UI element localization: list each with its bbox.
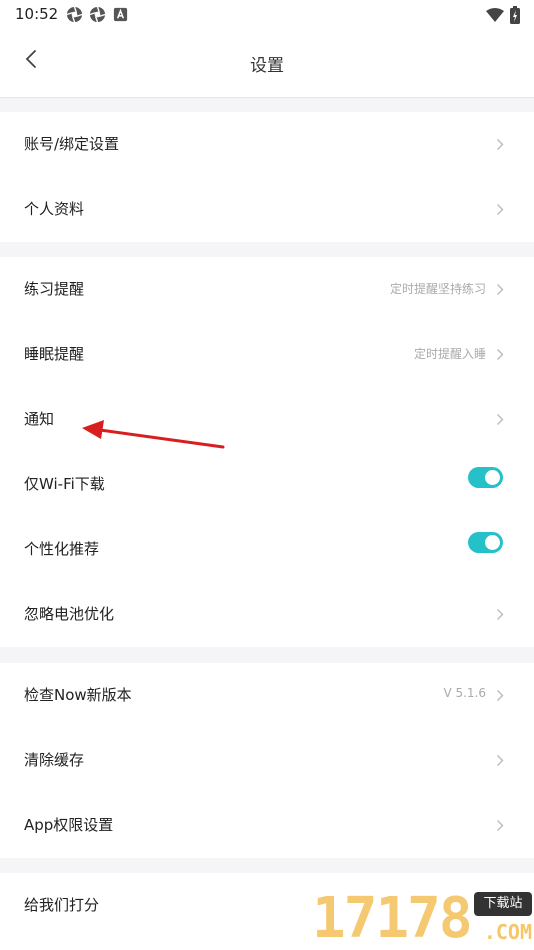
settings-item-label: 睡眠提醒: [24, 345, 85, 363]
settings-item-label: 个性化推荐: [24, 540, 100, 558]
chevron-right-icon: [497, 690, 504, 701]
watermark-logo: 17178 下载站 .COM: [308, 888, 534, 950]
page-title: 设置: [250, 56, 284, 76]
settings-item-profile[interactable]: 个人资料: [0, 177, 534, 242]
status-system: [486, 6, 520, 24]
settings-item-sleep-reminder[interactable]: 睡眠提醒 定时提醒入睡: [0, 322, 534, 387]
chevron-right-icon: [497, 414, 504, 425]
status-notifications: [66, 6, 129, 23]
status-time: 10:52: [15, 5, 59, 23]
chevron-right-icon: [497, 820, 504, 831]
settings-item-label: 账号/绑定设置: [24, 135, 120, 153]
settings-group-account: 账号/绑定设置 个人资料: [0, 112, 534, 242]
chevron-right-icon: [497, 349, 504, 360]
aperture-icon: [66, 6, 83, 23]
settings-item-clear-cache[interactable]: 清除缓存: [0, 728, 534, 793]
toggle-knob: [485, 535, 500, 550]
settings-item-practice-reminder[interactable]: 练习提醒 定时提醒坚持练习: [0, 257, 534, 322]
wifi-icon: [486, 7, 504, 22]
settings-item-account-binding[interactable]: 账号/绑定设置: [0, 112, 534, 177]
settings-item-label: 练习提醒: [24, 280, 85, 298]
settings-item-label: 忽略电池优化: [24, 605, 115, 623]
toggle-knob: [485, 470, 500, 485]
settings-item-label: App权限设置: [24, 816, 114, 834]
aperture-icon: [89, 6, 106, 23]
settings-item-label: 清除缓存: [24, 751, 85, 769]
chevron-right-icon: [497, 204, 504, 215]
settings-item-label: 给我们打分: [24, 896, 100, 914]
watermark-digits: 17178: [312, 886, 473, 950]
settings-item-check-version[interactable]: 检查Now新版本 V 5.1.6: [0, 663, 534, 728]
header: 设置: [0, 30, 534, 98]
annotation-arrow-icon: [82, 420, 225, 449]
settings-item-label: 仅Wi-Fi下载: [24, 475, 105, 493]
chevron-right-icon: [497, 755, 504, 766]
settings-item-label: 通知: [24, 410, 55, 428]
watermark-badge: 下载站: [474, 892, 532, 916]
status-bar: 10:52: [0, 0, 534, 30]
wifi-only-toggle[interactable]: [468, 467, 503, 488]
settings-item-ignore-battery-optimization[interactable]: 忽略电池优化: [0, 582, 534, 647]
chevron-right-icon: [497, 284, 504, 295]
chevron-right-icon: [497, 139, 504, 150]
settings-item-wifi-only-download: 仅Wi-Fi下载: [0, 452, 534, 517]
settings-item-value: 定时提醒入睡: [413, 347, 486, 361]
settings-item-personalized-recommend: 个性化推荐: [0, 517, 534, 582]
settings-item-value: 定时提醒坚持练习: [389, 282, 486, 296]
settings-group-app: 检查Now新版本 V 5.1.6 清除缓存 App权限设置: [0, 663, 534, 858]
settings-item-app-permissions[interactable]: App权限设置: [0, 793, 534, 858]
battery-charging-icon: [510, 6, 520, 24]
personalized-toggle[interactable]: [468, 532, 503, 553]
settings-item-label: 个人资料: [24, 200, 85, 218]
font-a-icon: [113, 7, 128, 22]
chevron-right-icon: [497, 609, 504, 620]
settings-item-value: V 5.1.6: [443, 686, 486, 700]
watermark-suffix: .COM: [483, 920, 532, 944]
settings-item-label: 检查Now新版本: [24, 686, 132, 704]
